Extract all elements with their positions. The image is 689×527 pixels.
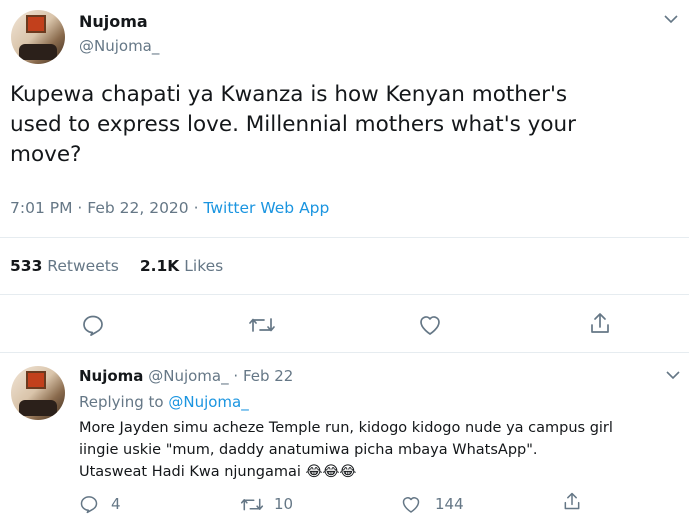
replying-to-label: Replying to xyxy=(79,393,164,411)
reply-text-line: More Jayden simu acheze Temple run, kido… xyxy=(79,420,613,436)
share-icon[interactable] xyxy=(562,491,582,511)
reply-header: Nujoma @Nujoma_ · Feb 22 xyxy=(79,367,293,385)
author-display-name[interactable]: Nujoma xyxy=(79,12,148,31)
tweet-date[interactable]: Feb 22, 2020 xyxy=(87,199,188,217)
tweet-stats: 533 Retweets 2.1K Likes xyxy=(10,257,223,275)
main-tweet: Nujoma @Nujoma_ Kupewa chapati ya Kwanza… xyxy=(0,0,689,352)
replying-to-handle[interactable]: @Nujoma_ xyxy=(168,393,248,411)
reply-icon xyxy=(79,494,99,514)
author-avatar[interactable] xyxy=(11,10,65,64)
reply-count: 4 xyxy=(111,495,121,513)
reply-author-avatar[interactable] xyxy=(11,366,65,420)
divider xyxy=(0,237,689,238)
reply-date[interactable]: Feb 22 xyxy=(243,367,293,385)
retweet-icon xyxy=(240,495,264,514)
tweet-text-line: move? xyxy=(10,142,82,167)
likes-count: 2.1K xyxy=(139,257,180,275)
tweet-text-line: used to express love. Millennial mothers… xyxy=(10,112,577,137)
chevron-down-icon[interactable] xyxy=(664,14,678,24)
author-handle[interactable]: @Nujoma_ xyxy=(79,37,159,55)
reply-text-line: iingie uskie "mum, daddy anatumiwa picha… xyxy=(79,442,538,458)
like-count: 144 xyxy=(435,495,464,513)
reply-tweet[interactable]: Nujoma @Nujoma_ · Feb 22 Replying to @Nu… xyxy=(0,353,689,527)
like-action[interactable]: 144 xyxy=(401,493,464,515)
likes-label: Likes xyxy=(184,257,224,275)
meta-separator: · xyxy=(233,367,243,385)
share-icon[interactable] xyxy=(588,311,612,335)
chevron-down-icon[interactable] xyxy=(666,370,680,380)
meta-separator: · xyxy=(193,199,204,217)
heart-icon[interactable] xyxy=(418,314,442,336)
divider xyxy=(0,294,689,295)
meta-separator: · xyxy=(77,199,88,217)
replying-to: Replying to @Nujoma_ xyxy=(79,393,249,411)
retweets-label: Retweets xyxy=(47,257,119,275)
reply-action[interactable]: 4 xyxy=(79,493,121,515)
tweet-source[interactable]: Twitter Web App xyxy=(203,199,329,217)
likes-stat[interactable]: 2.1K Likes xyxy=(140,257,223,275)
heart-icon xyxy=(401,495,421,514)
tweet-meta: 7:01 PM · Feb 22, 2020 · Twitter Web App xyxy=(10,199,329,217)
tweet-text-line: Kupewa chapati ya Kwanza is how Kenyan m… xyxy=(10,82,568,107)
retweet-count: 10 xyxy=(274,495,294,513)
reply-icon[interactable] xyxy=(81,313,105,337)
tweet-text: Kupewa chapati ya Kwanza is how Kenyan m… xyxy=(10,80,680,170)
tweet-time[interactable]: 7:01 PM xyxy=(10,199,72,217)
reply-text-line: Utasweat Hadi Kwa njungamai 😂😂😂 xyxy=(79,464,357,480)
reply-display-name[interactable]: Nujoma xyxy=(79,367,143,385)
retweet-action[interactable]: 10 xyxy=(240,493,293,515)
reply-handle[interactable]: @Nujoma_ xyxy=(148,367,228,385)
retweets-stat[interactable]: 533 Retweets xyxy=(10,257,124,275)
reply-text: More Jayden simu acheze Temple run, kido… xyxy=(79,417,679,483)
retweet-icon[interactable] xyxy=(248,314,276,336)
retweets-count: 533 xyxy=(10,257,43,275)
